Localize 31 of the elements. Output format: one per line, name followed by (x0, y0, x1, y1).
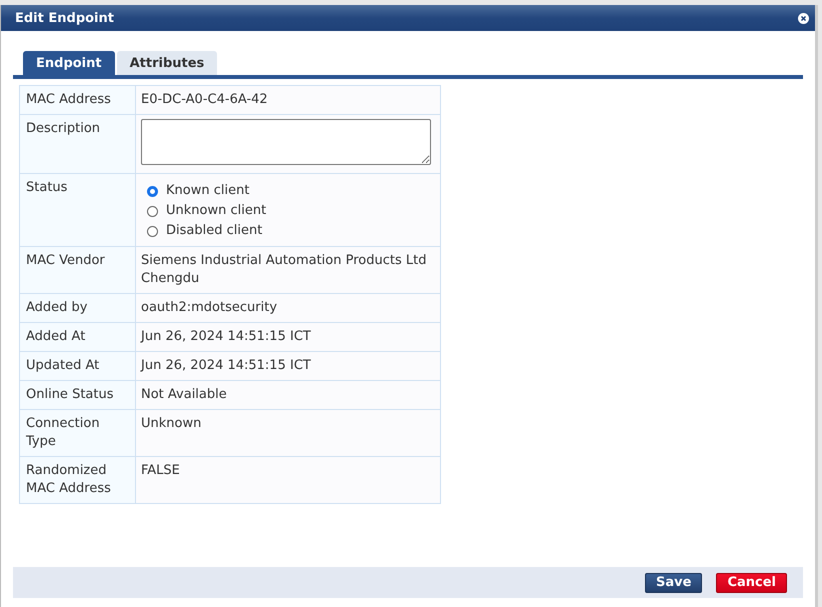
field-label: Status (20, 174, 136, 246)
field-label: Added by (20, 294, 136, 322)
radio-button[interactable] (147, 226, 158, 236)
radio-label[interactable]: Known client (166, 181, 250, 201)
field-value: Jun 26, 2024 14:51:15 ICT (136, 352, 440, 380)
field-label: Updated At (20, 352, 136, 380)
radio-label[interactable]: Disabled client (166, 221, 262, 241)
field-value: Siemens Industrial Automation Products Ltd Chengdu (136, 246, 440, 294)
window-title: Edit Endpoint (15, 10, 114, 26)
description-field[interactable] (141, 119, 431, 165)
radio-label[interactable]: Unknown client (166, 201, 266, 221)
field-value: FALSE (136, 456, 440, 504)
tab[interactable]: Endpoint (23, 51, 115, 75)
field-value: E0-DC-A0-C4-6A-42 (136, 86, 440, 114)
field-value: oauth2:mdotsecurity (136, 294, 440, 322)
close-icon[interactable] (798, 12, 809, 24)
save-button[interactable]: Save (645, 572, 702, 592)
field-label: Online Status (20, 380, 136, 410)
field-label: Added At (20, 322, 136, 352)
field-label: MAC Vendor (20, 246, 136, 294)
radio-button[interactable] (147, 186, 158, 196)
field-label: Connection Type (20, 410, 136, 456)
field-value: Jun 26, 2024 14:51:15 ICT (136, 322, 440, 352)
radio-button[interactable] (147, 206, 158, 216)
field-label: Randomized MAC Address (20, 456, 136, 504)
field-label: MAC Address (20, 86, 136, 114)
field-value: Not Available (136, 380, 440, 410)
field-value: Unknown (136, 410, 440, 456)
tab[interactable]: Attributes (116, 51, 218, 75)
field-label: Description (20, 114, 136, 174)
cancel-button[interactable]: Cancel (716, 572, 787, 592)
